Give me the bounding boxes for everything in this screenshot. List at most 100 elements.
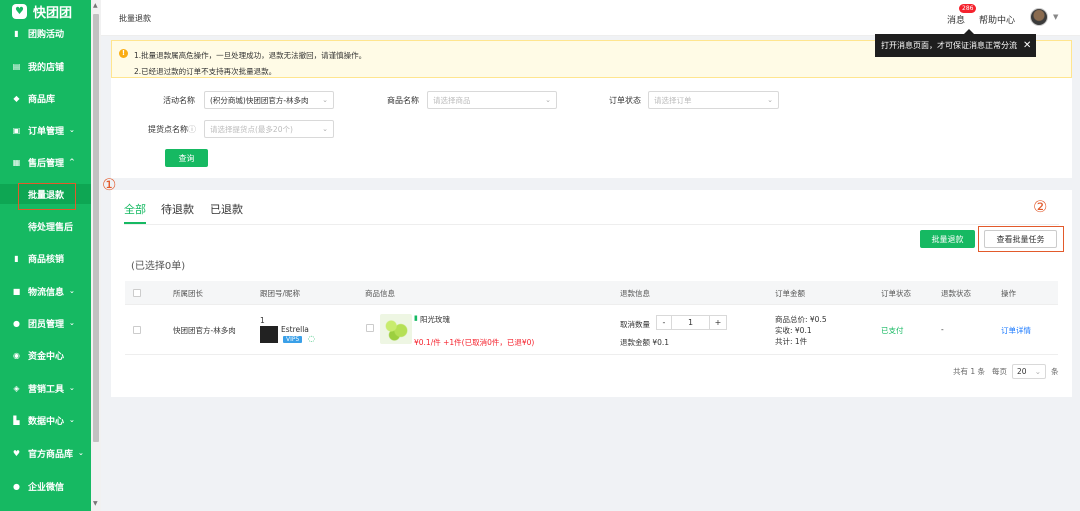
chevron-down-icon: ⌄ <box>69 287 75 295</box>
order-status: 已支付 <box>881 326 904 335</box>
refund-amount: 退款金额 ¥0.1 <box>620 338 670 347</box>
activity-select[interactable]: (积分商城)快团团官方-林多肉 ⌄ <box>204 91 334 109</box>
column-header: 订单状态 <box>881 289 911 298</box>
quantity-value[interactable]: 1 <box>672 316 709 329</box>
sidebar-item-enterprise-wechat[interactable]: ● 企业微信 <box>0 476 91 496</box>
sidebar-item-official-products[interactable]: ♥ 官方商品库 ⌄ <box>0 443 91 463</box>
product-image <box>380 314 412 344</box>
sidebar-subitem-pending-after-sales[interactable]: 待处理售后 <box>0 216 91 236</box>
product-name: 阳光玫瑰 <box>420 315 450 324</box>
quantity-stepper[interactable]: - 1 + <box>656 315 727 330</box>
table-header: 所属团长 跟团号/昵称 商品信息 退款信息 订单金额 订单状态 退款状态 操作 <box>125 281 1058 305</box>
product-label: 商品名称 <box>387 96 419 105</box>
order-icon: ▣ <box>12 125 21 135</box>
tooltip-text: 打开消息页面，才可保证消息正常分流 <box>881 41 1017 50</box>
notice-line-2: 2.已经退过款的订单不支持再次批量退款。 <box>134 67 277 76</box>
caret-down-icon[interactable]: ▼ <box>1053 13 1058 21</box>
heart-icon: ♥ <box>12 448 21 458</box>
sidebar-scroll-thumb[interactable] <box>93 14 99 442</box>
truck-icon: ■ <box>12 286 21 296</box>
pickup-select[interactable]: 请选择提货点(最多20个) ⌄ <box>204 120 334 138</box>
table-row: 快团团官方-林多肉 1 Estrella VIP5 ◌ ▮ 阳光玫瑰 ¥0.1/… <box>125 305 1058 355</box>
scroll-down-icon[interactable]: ▼ <box>93 500 98 507</box>
heart-logo-icon: ♥ <box>12 3 27 19</box>
sidebar-item-fund-center[interactable]: ◉ 资金中心 <box>0 345 91 365</box>
column-header: 操作 <box>1001 289 1016 298</box>
chevron-down-icon: ⌄ <box>545 96 551 104</box>
messages-link[interactable]: 消息 <box>947 13 965 26</box>
breadcrumb: 批量退款 <box>119 14 151 23</box>
sidebar: ♥ 快团团 ▮ 团购活动 ▤ 我的店铺 ◆ 商品库 ▣ 订单管理 ⌄ ▦ 售后管理 ^ 批量退… <box>0 0 91 511</box>
wechat-icon: ● <box>13 481 20 491</box>
annotation-box-batch-refund <box>18 183 76 210</box>
product-checkbox[interactable] <box>366 324 374 332</box>
vip-badge: VIP5 <box>283 336 303 343</box>
order-detail-link[interactable]: 订单详情 <box>1001 325 1031 336</box>
buyer-nickname: Estrella <box>281 325 309 334</box>
sidebar-item-product-verify[interactable]: ▮ 商品核销 <box>0 248 91 268</box>
main-panel: 全部 待退款 已退款 批量退款 查看批量任务 (已选择0单) 所属团长 跟团号/… <box>111 190 1072 397</box>
sidebar-item-product-library[interactable]: ◆ 商品库 <box>0 88 91 108</box>
chevron-down-icon: ⌄ <box>69 126 75 134</box>
query-button[interactable]: 查询 <box>165 149 208 167</box>
sidebar-item-member-management[interactable]: ● 团员管理 ⌄ <box>0 313 91 333</box>
column-header: 订单金额 <box>775 289 805 298</box>
chevron-down-icon: ⌄ <box>69 384 75 392</box>
avatar[interactable] <box>1030 8 1048 26</box>
pickup-label: 提货点名称ⓘ <box>148 125 196 134</box>
active-tab-indicator <box>124 222 146 224</box>
sidebar-item-group-activity[interactable]: ▮ 团购活动 <box>0 23 91 43</box>
money-icon: ◉ <box>13 350 20 360</box>
decrement-button[interactable]: - <box>657 316 672 329</box>
tabs-divider <box>124 224 1059 225</box>
batch-refund-button[interactable]: 批量退款 <box>920 230 975 248</box>
chevron-up-icon: ^ <box>69 158 75 166</box>
sidebar-item-data-center[interactable]: ▙ 数据中心 ⌄ <box>0 410 91 430</box>
tab-pending-refund[interactable]: 待退款 <box>161 201 194 217</box>
page-size-select[interactable]: 20 ⌄ <box>1012 364 1046 379</box>
column-header: 退款状态 <box>941 289 971 298</box>
activity-label: 活动名称 <box>163 96 195 105</box>
column-header: 跟团号/昵称 <box>260 289 301 298</box>
amount-count: 共计: 1件 <box>775 337 808 346</box>
sidebar-item-order-management[interactable]: ▣ 订单管理 ⌄ <box>0 120 91 140</box>
sidebar-item-my-store[interactable]: ▤ 我的店铺 <box>0 56 91 76</box>
chat-icon[interactable]: ◌ <box>308 334 315 343</box>
chevron-down-icon: ⌄ <box>69 319 75 327</box>
refund-status: - <box>941 325 944 334</box>
message-tooltip: 打开消息页面，才可保证消息正常分流 ✕ <box>875 34 1036 57</box>
sidebar-item-after-sales[interactable]: ▦ 售后管理 ^ <box>0 152 91 172</box>
close-icon[interactable]: ✕ <box>1023 40 1031 51</box>
help-center-link[interactable]: 帮助中心 <box>979 13 1015 26</box>
top-bar: 批量退款 消息 286 帮助中心 ▼ <box>101 0 1080 36</box>
amount-total: 商品总价: ¥0.5 <box>775 315 827 324</box>
warning-icon: ! <box>119 49 128 58</box>
chevron-down-icon: ⌄ <box>322 125 328 133</box>
tab-all[interactable]: 全部 <box>124 201 146 217</box>
sidebar-item-logistics[interactable]: ■ 物流信息 ⌄ <box>0 281 91 301</box>
leader-cell: 快团团官方-林多肉 <box>173 326 236 335</box>
scroll-up-icon[interactable]: ▲ <box>93 2 98 9</box>
annotation-box-view-tasks <box>978 226 1064 252</box>
tag-icon: ◈ <box>13 383 20 393</box>
column-header: 退款信息 <box>620 289 650 298</box>
tab-refunded[interactable]: 已退款 <box>210 201 243 217</box>
chart-icon: ▙ <box>13 415 20 425</box>
select-all-checkbox[interactable] <box>133 289 141 297</box>
increment-button[interactable]: + <box>709 316 726 329</box>
per-page-unit: 条 <box>1051 367 1059 376</box>
order-status-label: 订单状态 <box>609 96 641 105</box>
user-icon: ● <box>13 318 20 328</box>
chevron-down-icon: ⌄ <box>767 96 773 104</box>
brand-logo[interactable]: ♥ 快团团 <box>0 0 91 22</box>
after-sale-icon: ▦ <box>12 157 21 167</box>
buyer-avatar <box>260 326 278 343</box>
product-select[interactable]: 请选择商品 ⌄ <box>427 91 557 109</box>
pagination-total: 共有 1 条 <box>953 367 986 376</box>
column-header: 商品信息 <box>365 289 395 298</box>
chevron-down-icon: ⌄ <box>78 449 84 457</box>
row-checkbox[interactable] <box>133 326 141 334</box>
store-icon: ▤ <box>12 61 21 71</box>
order-status-select[interactable]: 请选择订单 ⌄ <box>648 91 779 109</box>
sidebar-item-marketing-tools[interactable]: ◈ 营销工具 ⌄ <box>0 378 91 398</box>
